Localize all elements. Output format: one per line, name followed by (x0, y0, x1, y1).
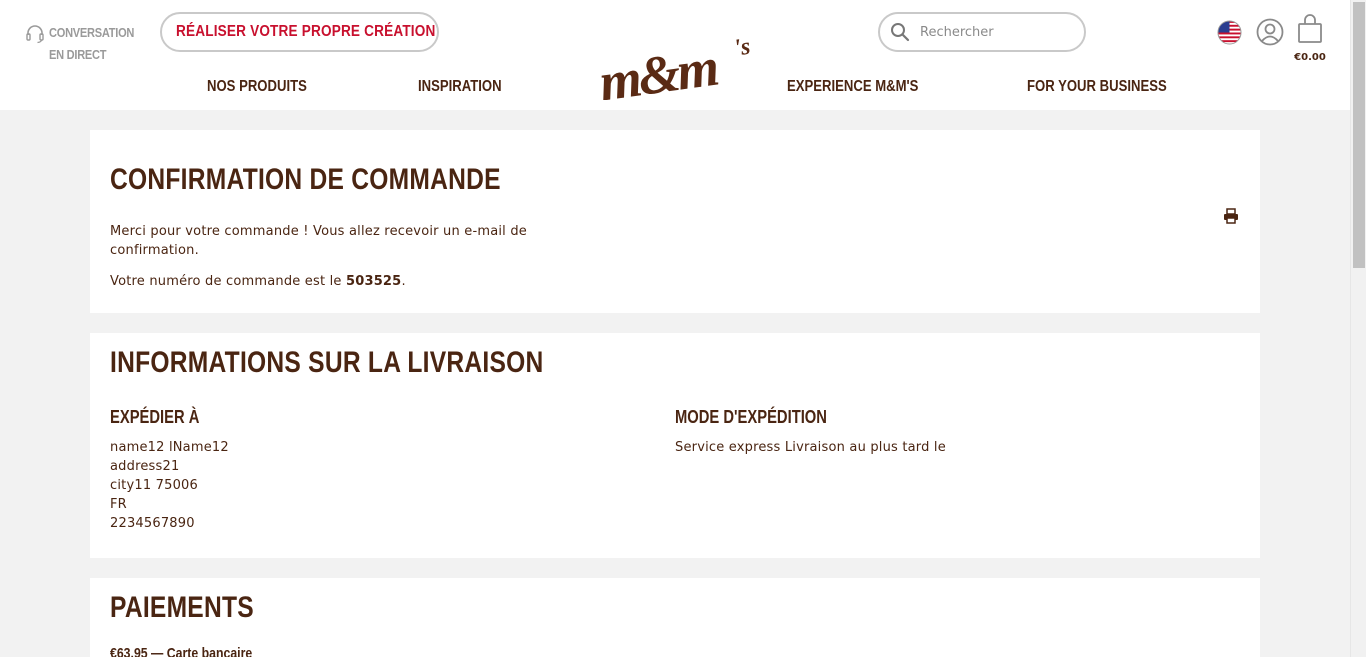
mms-logo[interactable]: m&m 's (596, 30, 756, 100)
order-number-prefix: Votre numéro de commande est le (110, 274, 346, 289)
order-number: 503525 (345, 274, 402, 289)
address-line: FR (110, 497, 127, 512)
nav-experience[interactable]: EXPERIENCE M&M'S (787, 78, 918, 96)
ship-to-address: name12 lName12 address21 city11 75006 FR… (110, 438, 229, 533)
ship-to-title: EXPÉDIER À (110, 407, 200, 427)
us-flag-icon[interactable] (1217, 20, 1242, 45)
search-box[interactable] (878, 12, 1086, 52)
order-number-suffix: . (401, 274, 406, 289)
create-your-own-label: RÉALISER VOTRE PROPRE CRÉATION (176, 23, 436, 40)
scrollbar-thumb[interactable] (1353, 2, 1365, 268)
search-input[interactable] (920, 24, 1070, 40)
shopping-bag-icon[interactable] (1297, 14, 1323, 44)
order-confirmation-card: CONFIRMATION DE COMMANDE Merci pour votr… (90, 130, 1260, 313)
page-title: CONFIRMATION DE COMMANDE (110, 163, 501, 196)
headset-icon (26, 25, 44, 44)
payment-line: €63.95 — Carte bancaire (110, 645, 253, 657)
address-line: 2234567890 (110, 516, 195, 531)
create-your-own-button[interactable]: m RÉALISER VOTRE PROPRE CRÉATION (160, 12, 439, 52)
nav-for-your-business[interactable]: FOR YOUR BUSINESS (1027, 78, 1167, 96)
live-chat-label: CONVERSATION EN DIRECT (49, 25, 135, 62)
delivery-title: INFORMATIONS SUR LA LIVRAISON (110, 346, 544, 379)
site-header: CONVERSATION EN DIRECT m RÉALISER VOTRE … (0, 0, 1350, 110)
address-line: name12 lName12 (110, 440, 229, 455)
print-icon[interactable] (1223, 208, 1239, 224)
shipping-method-title: MODE D'EXPÉDITION (675, 407, 827, 427)
svg-text:'s: 's (732, 34, 751, 62)
page-scrollbar[interactable] (1350, 0, 1366, 657)
cart-total[interactable]: €0.00 (1290, 52, 1330, 63)
address-line: city11 75006 (110, 478, 198, 493)
account-icon[interactable] (1256, 18, 1284, 46)
thank-you-line: confirmation. (110, 243, 199, 258)
payments-card: PAIEMENTS €63.95 — Carte bancaire (90, 578, 1260, 657)
shipping-method-text: Service express Livraison au plus tard l… (675, 440, 946, 455)
delivery-info-card: INFORMATIONS SUR LA LIVRAISON EXPÉDIER À… (90, 333, 1260, 558)
search-icon (891, 23, 910, 42)
live-chat-link[interactable]: CONVERSATION EN DIRECT (25, 22, 169, 66)
thank-you-line: Merci pour votre commande ! Vous allez r… (110, 224, 527, 239)
order-number-line: Votre numéro de commande est le 503525. (110, 272, 406, 291)
nav-inspiration[interactable]: INSPIRATION (418, 78, 502, 96)
payments-title: PAIEMENTS (110, 591, 254, 624)
svg-text:m&m: m&m (596, 37, 721, 100)
nav-our-products[interactable]: NOS PRODUITS (207, 78, 307, 96)
thank-you-message: Merci pour votre commande ! Vous allez r… (110, 222, 527, 260)
address-line: address21 (110, 459, 180, 474)
